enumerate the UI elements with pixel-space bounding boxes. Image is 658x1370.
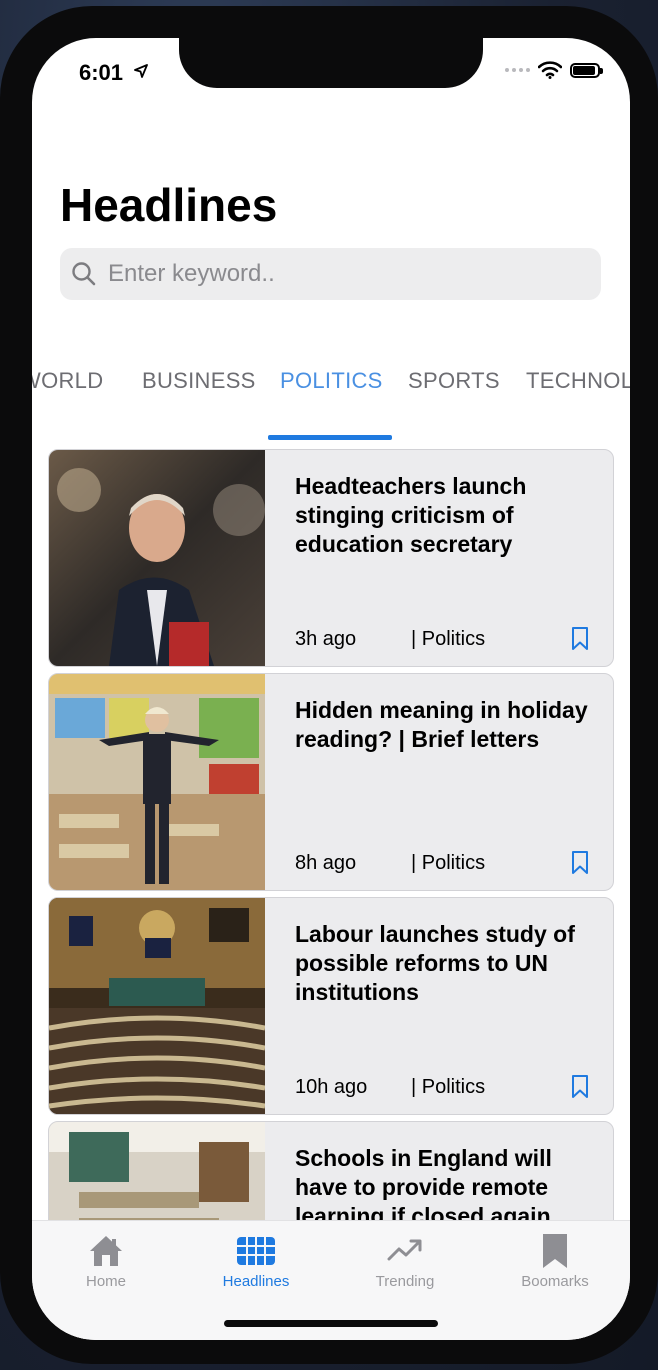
article-category: | Politics — [411, 852, 486, 874]
article-category: | Politics — [411, 1076, 486, 1098]
tab-politics[interactable]: POLITICS — [280, 368, 383, 394]
tab-bookmarks-label: Boomarks — [521, 1273, 589, 1290]
tab-sports[interactable]: SPORTS — [408, 368, 500, 394]
cellular-signal-icon — [505, 68, 530, 72]
trending-icon — [387, 1239, 422, 1261]
phone-frame: 6:01 Headlines WORLD BUSINESS — [0, 6, 658, 1364]
home-indicator — [224, 1320, 438, 1327]
article-thumbnail — [49, 450, 265, 666]
app-screen: 6:01 Headlines WORLD BUSINESS — [32, 38, 630, 1340]
article-card[interactable]: Headteachers launch stinging criticism o… — [48, 449, 614, 667]
tab-world[interactable]: WORLD — [32, 368, 103, 394]
article-title: Schools in England will have to provide … — [295, 1145, 552, 1229]
bookmark-icon[interactable] — [571, 626, 589, 652]
article-time: 10h ago — [295, 1076, 368, 1098]
article-card[interactable]: Labour launches study of possible reform… — [48, 897, 614, 1115]
article-title: Hidden meaning in holiday reading? | Bri… — [295, 697, 588, 752]
battery-icon — [570, 62, 603, 78]
article-time: 8h ago — [295, 852, 357, 874]
grid-icon — [237, 1237, 275, 1265]
article-category: | Politics — [411, 628, 486, 650]
category-tabs: WORLD BUSINESS POLITICS SPORTS TECHNOLOG… — [32, 364, 630, 404]
location-arrow-icon — [134, 64, 148, 78]
article-title: Headteachers launch stinging criticism o… — [295, 473, 527, 557]
device-notch — [179, 38, 483, 88]
tab-trending[interactable]: Trending — [335, 1233, 475, 1290]
status-indicators — [505, 61, 603, 79]
wifi-icon — [538, 61, 562, 79]
tab-business[interactable]: BUSINESS — [142, 368, 256, 394]
home-icon — [90, 1236, 122, 1266]
tab-headlines[interactable]: Headlines — [186, 1233, 326, 1290]
tab-home[interactable]: Home — [36, 1233, 176, 1290]
article-time: 3h ago — [295, 628, 357, 650]
search-icon — [72, 262, 96, 286]
bookmark-icon — [543, 1234, 567, 1268]
article-thumbnail — [49, 674, 265, 890]
tab-headlines-label: Headlines — [222, 1273, 290, 1290]
tab-bookmarks[interactable]: Boomarks — [485, 1233, 625, 1290]
bookmark-icon[interactable] — [571, 1074, 589, 1100]
tab-technology[interactable]: TECHNOLOGY — [526, 368, 630, 394]
active-tab-indicator — [268, 435, 392, 440]
article-card[interactable]: Hidden meaning in holiday reading? | Bri… — [48, 673, 614, 891]
tab-home-label: Home — [85, 1273, 126, 1290]
search-bar[interactable] — [60, 248, 601, 300]
status-time: 6:01 — [79, 60, 124, 85]
article-title: Labour launches study of possible reform… — [295, 921, 575, 1005]
tab-trending-label: Trending — [375, 1273, 435, 1290]
search-input[interactable] — [108, 248, 588, 300]
article-thumbnail — [49, 898, 265, 1114]
page-title: Headlines — [60, 179, 278, 231]
bookmark-icon[interactable] — [571, 850, 589, 876]
